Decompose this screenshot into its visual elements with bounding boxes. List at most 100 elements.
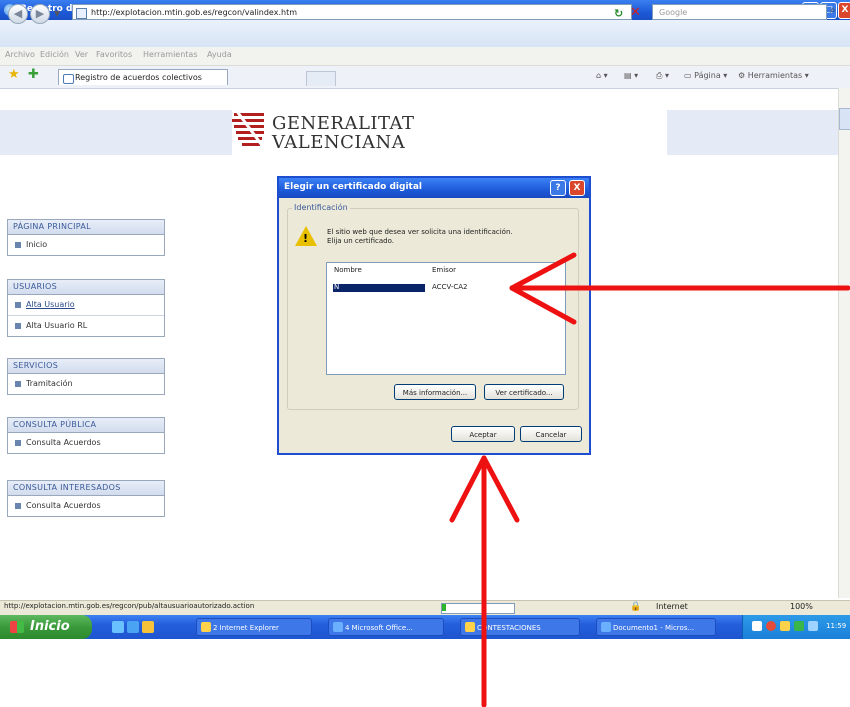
header-band-left [0, 110, 232, 155]
vertical-scrollbar[interactable] [838, 88, 850, 598]
logo-text-line2: VALENCIANA [272, 132, 406, 153]
accept-button[interactable]: Aceptar [451, 426, 515, 442]
certificate-name[interactable]: N [334, 283, 339, 291]
task-internet-explorer[interactable]: 2 Internet Explorer [196, 618, 312, 636]
tray-icon-1[interactable] [752, 621, 762, 631]
quicklaunch-desktop-icon[interactable] [127, 621, 139, 633]
sidebar-item-label: Alta Usuario RL [26, 321, 88, 330]
certificate-row-selected[interactable] [333, 284, 425, 292]
more-info-button[interactable]: Más información... [394, 384, 476, 400]
page-menu[interactable]: ▭ Página ▾ [684, 71, 727, 80]
progress-bar [441, 603, 515, 614]
certificate-issuer[interactable]: ACCV-CA2 [432, 283, 467, 291]
sidebar-item-inicio[interactable]: Inicio [8, 235, 164, 255]
search-icon[interactable]: ⌕ [830, 5, 836, 16]
progress-fill [442, 604, 446, 611]
sidebar-item-label: Tramitación [26, 379, 73, 388]
menu-favoritos[interactable]: Favoritos [96, 50, 132, 59]
menu-edicion[interactable]: Edición [40, 50, 69, 59]
refresh-icon[interactable]: ↻ [614, 7, 623, 20]
cancel-button[interactable]: Cancelar [520, 426, 582, 442]
panel-servicios: SERVICIOS Tramitación [7, 358, 165, 395]
tray-icon-3[interactable] [780, 621, 790, 631]
tools-menu-label: Herramientas [747, 71, 803, 80]
back-arrow-icon[interactable]: ◀ [8, 4, 28, 24]
office-task-icon [333, 622, 343, 632]
group-label: Identificación [292, 203, 350, 212]
history-dropdown-icon[interactable]: ▼ [54, 9, 60, 18]
folder-task-icon [465, 622, 475, 632]
globe-icon: 🔒 [630, 602, 642, 612]
logo-text-line1: GENERALITAT [272, 113, 415, 134]
sidebar-item-consulta-acuerdos-interesados[interactable]: Consulta Acuerdos [8, 496, 164, 516]
sidebar-item-alta-usuario-rl[interactable]: Alta Usuario RL [8, 315, 164, 336]
bullet-icon [15, 381, 21, 387]
sidebar-item-label: Consulta Acuerdos [26, 438, 101, 447]
search-input[interactable]: Google [652, 4, 827, 20]
panel-header: PÁGINA PRINCIPAL [8, 220, 164, 235]
dialog-title: Elegir un certificado digital [284, 182, 423, 192]
generalitat-logo-icon [232, 110, 266, 149]
home-icon[interactable]: ⌂ ▾ [596, 71, 608, 80]
tools-menu[interactable]: ⚙ Herramientas ▾ [738, 71, 809, 80]
windows-flag-icon [10, 621, 24, 633]
tab-page-icon [63, 74, 74, 84]
bullet-icon [15, 302, 21, 308]
tray-icon-2[interactable] [766, 621, 776, 631]
warning-mark: ! [303, 232, 309, 245]
menu-ver[interactable]: Ver [75, 50, 88, 59]
dialog-message-line2: Elija un certificado. [327, 237, 394, 245]
favorites-star-icon[interactable]: ★ [8, 67, 20, 82]
ie-task-icon [201, 622, 211, 632]
certificate-list[interactable] [326, 262, 566, 375]
sidebar-item-tramitacion[interactable]: Tramitación [8, 374, 164, 394]
dialog-close-button[interactable]: X [569, 180, 585, 196]
tray-icon-5[interactable] [808, 621, 818, 631]
bullet-icon [15, 440, 21, 446]
panel-header: SERVICIOS [8, 359, 164, 374]
add-favorites-icon[interactable]: ✚ [28, 67, 39, 82]
quicklaunch-folder-icon[interactable] [142, 621, 154, 633]
close-window-button[interactable]: X [838, 2, 850, 19]
new-tab-button[interactable] [306, 71, 336, 86]
bullet-icon [15, 503, 21, 509]
dialog-message-line1: El sitio web que desea ver solicita una … [327, 228, 513, 236]
menu-herramientas[interactable]: Herramientas [143, 50, 198, 59]
page-icon [76, 8, 87, 19]
zoom-level[interactable]: 100% [790, 602, 813, 611]
task-office[interactable]: 4 Microsoft Office... [328, 618, 444, 636]
status-url: http://explotacion.mtin.gob.es/regcon/pu… [4, 602, 255, 610]
clock: 11:59 [826, 622, 847, 630]
print-icon[interactable]: ⎙ ▾ [656, 71, 669, 81]
stop-icon[interactable]: ✕ [630, 5, 641, 20]
view-certificate-button[interactable]: Ver certificado... [484, 384, 564, 400]
header-band-right [667, 110, 838, 155]
column-header-emisor[interactable]: Emisor [432, 266, 456, 274]
tab-registro[interactable]: Registro de acuerdos colectivos [58, 69, 228, 85]
forward-arrow-icon[interactable]: ▶ [30, 4, 50, 24]
menu-ayuda[interactable]: Ayuda [207, 50, 232, 59]
word-task-icon [601, 622, 611, 632]
url-input[interactable]: http://explotacion.mtin.gob.es/regcon/va… [72, 4, 632, 20]
sidebar-item-consulta-acuerdos[interactable]: Consulta Acuerdos [8, 433, 164, 453]
quicklaunch-ie-icon[interactable] [112, 621, 124, 633]
panel-consulta-interesados: CONSULTA INTERESADOS Consulta Acuerdos [7, 480, 165, 517]
task-documento1[interactable]: Documento1 - Micros... [596, 618, 716, 636]
tray-icon-4[interactable] [794, 621, 804, 631]
panel-header: USUARIOS [8, 280, 164, 295]
help-button[interactable]: ? [550, 180, 566, 196]
task-contestaciones[interactable]: CONTESTACIONES [460, 618, 580, 636]
column-header-nombre[interactable]: Nombre [334, 266, 362, 274]
sidebar-item-label: Consulta Acuerdos [26, 501, 101, 510]
sidebar-item-label: Alta Usuario [26, 300, 75, 309]
panel-consulta-publica: CONSULTA PÚBLICA Consulta Acuerdos [7, 417, 165, 454]
scrollbar-thumb[interactable] [839, 108, 850, 130]
panel-header: CONSULTA PÚBLICA [8, 418, 164, 433]
feeds-icon[interactable]: ▤ ▾ [624, 71, 638, 80]
arrow-up-head-left [449, 455, 487, 523]
sidebar-item-alta-usuario[interactable]: Alta Usuario [8, 295, 164, 315]
menu-archivo[interactable]: Archivo [5, 50, 35, 59]
bullet-icon [15, 242, 21, 248]
security-zone: Internet [656, 602, 688, 611]
sidebar-item-label: Inicio [26, 240, 48, 249]
